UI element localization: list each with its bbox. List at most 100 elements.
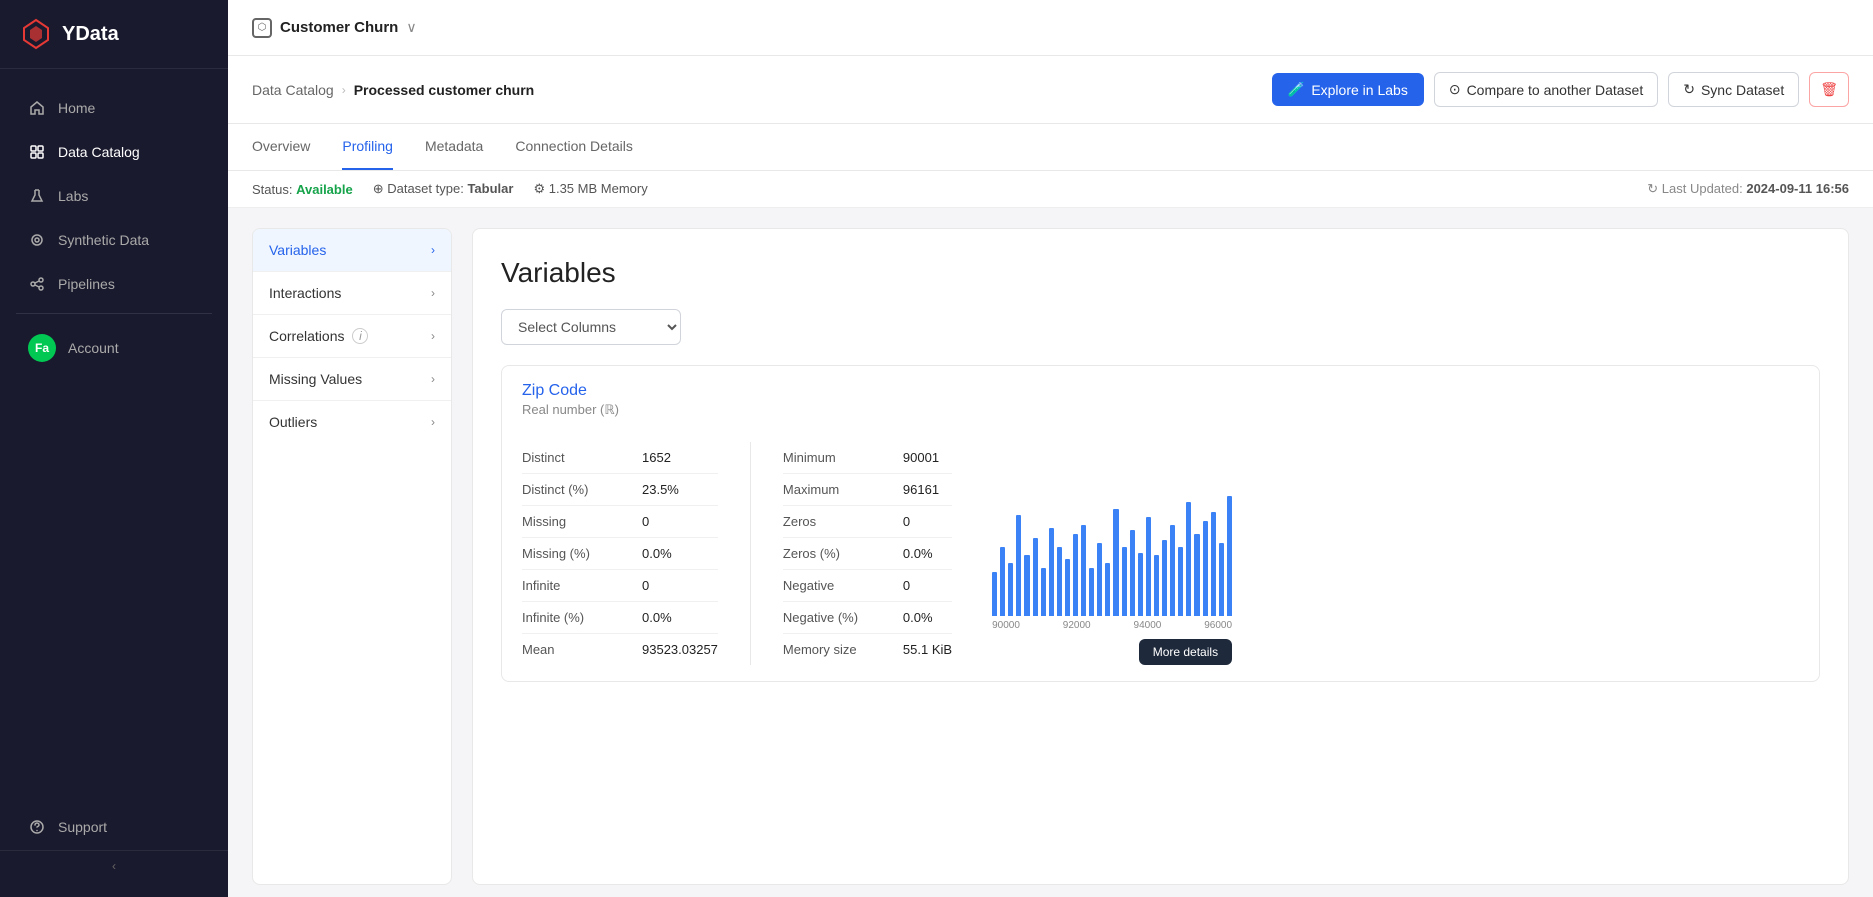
bar bbox=[1146, 517, 1151, 616]
chevron-right-icon-outliers: › bbox=[431, 415, 435, 429]
stat-row: Zeros0 bbox=[783, 506, 952, 538]
variable-card-header: Zip Code Real number (ℝ) bbox=[502, 366, 1819, 426]
stat-label: Distinct (%) bbox=[522, 482, 642, 497]
panel-item-interactions[interactable]: Interactions › bbox=[253, 272, 451, 315]
header-actions: 🧪 Explore in Labs ⊙ Compare to another D… bbox=[1272, 72, 1849, 107]
stat-row: Infinite (%)0.0% bbox=[522, 602, 718, 634]
chart-labels: 90000920009400096000 bbox=[992, 620, 1232, 631]
stats-right: Minimum90001Maximum96161Zeros0Zeros (%)0… bbox=[783, 442, 952, 665]
explore-in-labs-button[interactable]: 🧪 Explore in Labs bbox=[1272, 73, 1424, 106]
sync-icon: ↻ bbox=[1683, 81, 1695, 98]
bar bbox=[1194, 534, 1199, 616]
bar bbox=[1203, 521, 1208, 616]
bar bbox=[1113, 509, 1118, 616]
collapse-button[interactable]: ‹ bbox=[0, 850, 228, 881]
stat-label: Negative bbox=[783, 578, 903, 593]
stat-value: 1652 bbox=[642, 450, 671, 465]
bar bbox=[1130, 530, 1135, 616]
logo-text: YData bbox=[62, 23, 119, 46]
stat-value: 90001 bbox=[903, 450, 939, 465]
delete-dataset-button[interactable]: 🗑 bbox=[1809, 72, 1849, 107]
sidebar-item-labs[interactable]: Labs bbox=[8, 175, 220, 217]
status-available-badge: Available bbox=[296, 182, 353, 197]
stat-value: 0 bbox=[903, 578, 910, 593]
bar bbox=[1081, 525, 1086, 616]
tab-overview[interactable]: Overview bbox=[252, 124, 310, 170]
bar bbox=[1024, 555, 1029, 616]
ydata-logo-icon bbox=[20, 18, 52, 50]
info-icon-correlations: i bbox=[352, 328, 368, 344]
variable-stats: Distinct1652Distinct (%)23.5%Missing0Mis… bbox=[502, 426, 972, 681]
variable-name[interactable]: Zip Code bbox=[522, 382, 1799, 400]
stat-value: 0 bbox=[903, 514, 910, 529]
tab-metadata[interactable]: Metadata bbox=[425, 124, 483, 170]
stats-left: Distinct1652Distinct (%)23.5%Missing0Mis… bbox=[522, 442, 718, 665]
content-header: Data Catalog › Processed customer churn … bbox=[228, 56, 1873, 124]
data-catalog-icon bbox=[28, 143, 46, 161]
bar bbox=[1057, 547, 1062, 616]
trash-icon: 🗑 bbox=[1820, 81, 1838, 97]
bar-chart bbox=[992, 496, 1232, 616]
bar bbox=[1138, 553, 1143, 616]
status-text: Status: Available bbox=[252, 182, 353, 197]
compare-icon: ⊙ bbox=[1449, 81, 1461, 98]
bar bbox=[1170, 525, 1175, 616]
stat-label: Minimum bbox=[783, 450, 903, 465]
bar bbox=[1033, 538, 1038, 616]
main-content: ⬡ Customer Churn ∨ Data Catalog › Proces… bbox=[228, 0, 1873, 897]
pipelines-icon bbox=[28, 275, 46, 293]
chevron-right-icon-correlations: › bbox=[431, 329, 435, 343]
panel-item-missing-values[interactable]: Missing Values › bbox=[253, 358, 451, 401]
sidebar-item-account[interactable]: Fa Account bbox=[8, 322, 220, 374]
stat-value: 96161 bbox=[903, 482, 939, 497]
tab-connection-details[interactable]: Connection Details bbox=[515, 124, 633, 170]
stat-label: Infinite bbox=[522, 578, 642, 593]
sidebar-item-label-synthetic-data: Synthetic Data bbox=[58, 232, 149, 248]
stat-row: Maximum96161 bbox=[783, 474, 952, 506]
sidebar-item-home[interactable]: Home bbox=[8, 87, 220, 129]
stat-row: Zeros (%)0.0% bbox=[783, 538, 952, 570]
left-panel: Variables › Interactions › Correlations … bbox=[252, 228, 452, 885]
memory-text: ⚙ 1.35 MB Memory bbox=[533, 181, 647, 197]
stat-label: Missing (%) bbox=[522, 546, 642, 561]
chart-label: 92000 bbox=[1063, 620, 1091, 631]
bar bbox=[1016, 515, 1021, 616]
dataset-type-text: ⊕ Dataset type: Tabular bbox=[373, 181, 514, 197]
stat-label: Mean bbox=[522, 642, 642, 657]
sidebar-item-label-pipelines: Pipelines bbox=[58, 276, 115, 292]
status-left: Status: Available ⊕ Dataset type: Tabula… bbox=[252, 181, 648, 197]
stat-label: Distinct bbox=[522, 450, 642, 465]
chart-area: 90000920009400096000 More details bbox=[972, 426, 1252, 681]
more-details-button[interactable]: More details bbox=[1139, 639, 1232, 665]
stat-row: Memory size55.1 KiB bbox=[783, 634, 952, 665]
select-columns-dropdown[interactable]: Select Columns bbox=[501, 309, 681, 345]
bar bbox=[1219, 543, 1224, 616]
sidebar-item-data-catalog[interactable]: Data Catalog bbox=[8, 131, 220, 173]
topbar-chevron-icon[interactable]: ∨ bbox=[406, 19, 416, 36]
stat-label: Zeros bbox=[783, 514, 903, 529]
right-panel: Variables Select Columns Zip Code Real n… bbox=[472, 228, 1849, 885]
sync-dataset-button[interactable]: ↻ Sync Dataset bbox=[1668, 72, 1799, 107]
stat-label: Maximum bbox=[783, 482, 903, 497]
stat-row: Distinct (%)23.5% bbox=[522, 474, 718, 506]
breadcrumb-separator: › bbox=[342, 83, 346, 97]
chevron-right-icon-missing-values: › bbox=[431, 372, 435, 386]
bar bbox=[1097, 543, 1102, 616]
panel-item-correlations[interactable]: Correlations i › bbox=[253, 315, 451, 358]
variable-card-zip-code: Zip Code Real number (ℝ) Distinct1652 Dis… bbox=[501, 365, 1820, 682]
sidebar-item-pipelines[interactable]: Pipelines bbox=[8, 263, 220, 305]
stat-label: Infinite (%) bbox=[522, 610, 642, 625]
panel-item-variables[interactable]: Variables › bbox=[253, 229, 451, 272]
stat-value: 0.0% bbox=[642, 546, 672, 561]
tab-profiling[interactable]: Profiling bbox=[342, 124, 393, 170]
stat-label: Memory size bbox=[783, 642, 903, 657]
stat-value: 55.1 KiB bbox=[903, 642, 952, 657]
panel-item-outliers[interactable]: Outliers › bbox=[253, 401, 451, 443]
bar bbox=[1162, 540, 1167, 616]
bar bbox=[1049, 528, 1054, 616]
bar bbox=[1227, 496, 1232, 616]
breadcrumb-link[interactable]: Data Catalog bbox=[252, 82, 334, 98]
compare-dataset-button[interactable]: ⊙ Compare to another Dataset bbox=[1434, 72, 1658, 107]
sidebar-item-synthetic-data[interactable]: Synthetic Data bbox=[8, 219, 220, 261]
sidebar-item-support[interactable]: Support bbox=[8, 806, 220, 848]
